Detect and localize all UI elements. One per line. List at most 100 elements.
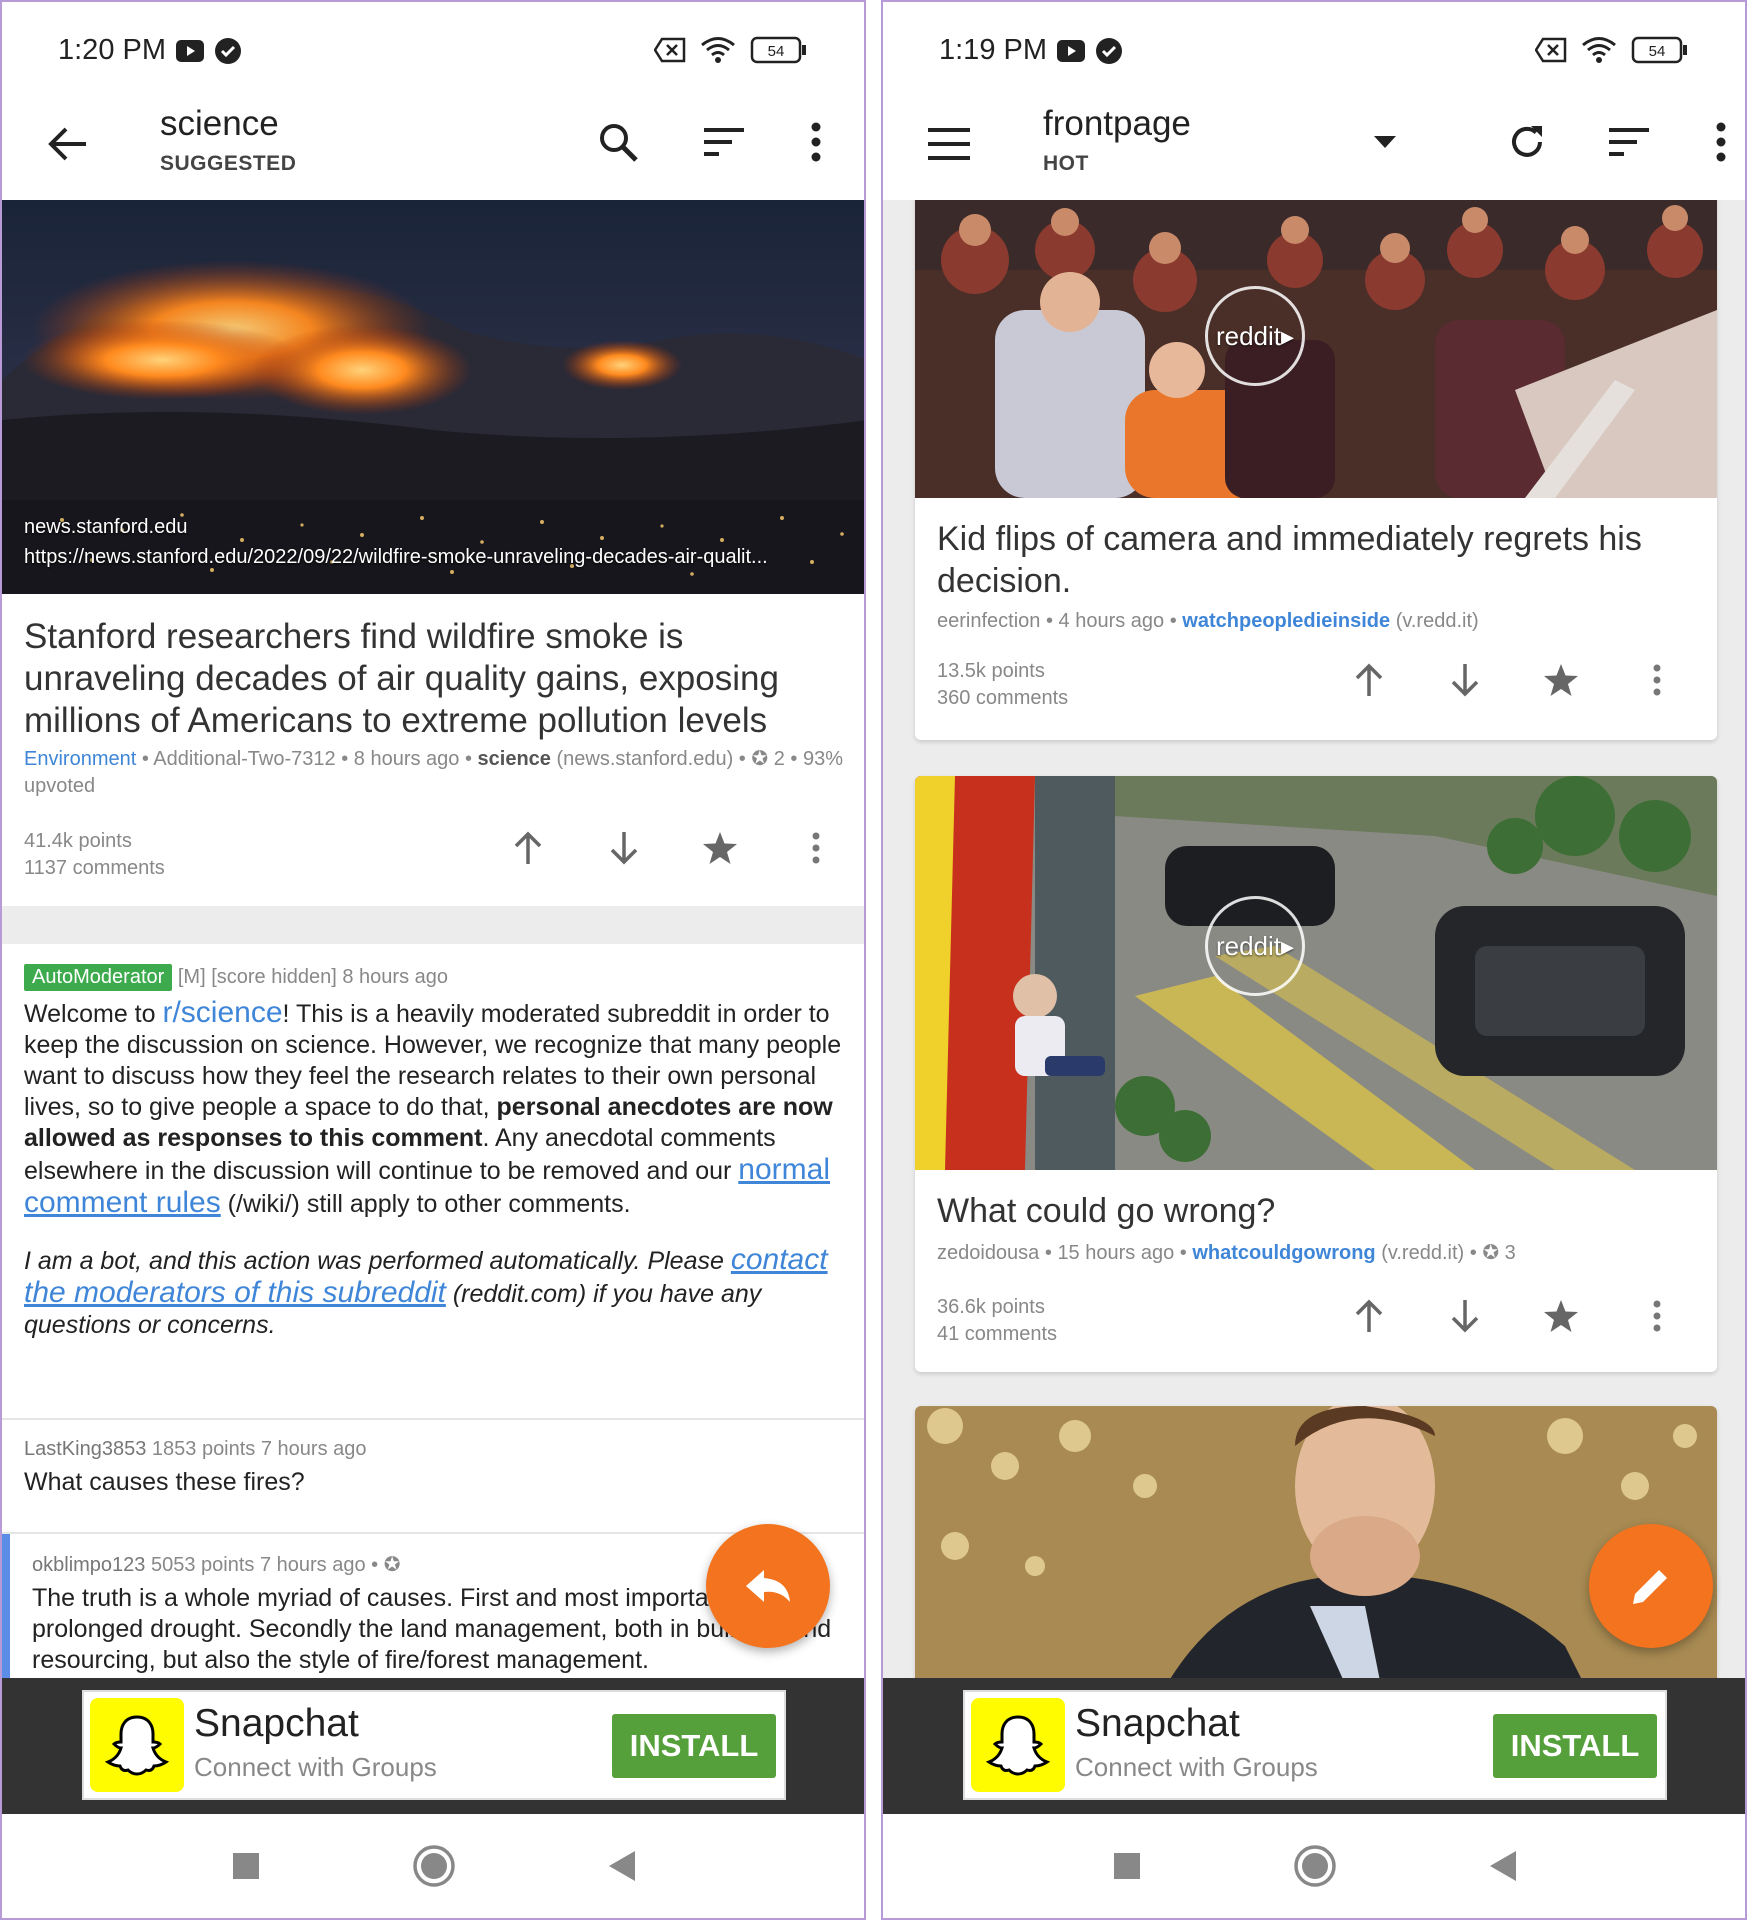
comment-author[interactable]: okblimpo123 [32,1554,145,1576]
snapchat-logo [971,1698,1065,1792]
post-card[interactable]: Stanford researchers find wildfire smoke… [2,594,864,906]
post-author[interactable]: Additional-Two-7312 [153,748,335,770]
back-button[interactable] [42,118,94,170]
comment[interactable]: LastKing3853 1853 points 7 hours ago Wha… [24,1438,854,1498]
more-vert-icon [811,122,821,162]
ad-install-button[interactable]: INSTALL [612,1714,776,1778]
ad-banner: Snapchat Connect with Groups INSTALL [883,1678,1745,1814]
ad-install-button[interactable]: INSTALL [1493,1714,1657,1778]
status-bar: 1:19 PM 54 [883,2,1745,100]
post-author[interactable]: eerinfection [937,610,1040,632]
comment-meta: [M] [score hidden] 8 hours ago [177,966,449,988]
post-url[interactable]: https://news.stanford.edu/2022/09/22/wil… [24,542,848,572]
save-button[interactable] [696,824,744,872]
battery-icon: 54 [1631,36,1687,64]
refresh-icon [1512,126,1542,157]
triangle-back-icon [609,1851,635,1881]
post-card[interactable] [915,1406,1717,1678]
ad-card[interactable]: Snapchat Connect with Groups INSTALL [82,1690,786,1800]
post-subreddit[interactable]: watchpeopledieinside [1182,610,1390,632]
post-comment-count: 360 comments [937,687,1069,709]
sort-button[interactable] [696,114,752,170]
chess-player-image [915,1406,1717,1678]
automod-comment[interactable]: AutoModerator [M] [score hidden] 8 hours… [24,964,854,1341]
arrow-down-icon [1451,1300,1479,1333]
compose-fab[interactable] [1589,1524,1713,1648]
feed-dropdown[interactable] [1357,114,1413,170]
ad-title: Snapchat [194,1702,359,1745]
home-button[interactable] [410,1842,458,1890]
post-more-button[interactable] [792,824,840,872]
post-thumbnail[interactable]: reddit▸ [915,200,1717,498]
status-time: 1:19 PM [939,34,1047,66]
subreddit-link[interactable]: r/science [162,996,282,1029]
battery-icon: 54 [750,36,806,64]
post-subreddit[interactable]: science [478,748,551,770]
sim-off-icon [654,37,686,63]
comment-meta: 1853 points 7 hours ago [151,1438,367,1460]
back-nav-button[interactable] [598,1842,646,1890]
award-icon: ✪ [751,748,769,770]
save-button[interactable] [1537,1292,1585,1340]
refresh-button[interactable] [1499,114,1555,170]
app-bar: science SUGGESTED [2,100,864,200]
wifi-icon [701,37,735,63]
verified-icon [215,37,241,64]
feed-list: reddit▸ Kid flips of camera and immediat… [883,200,1745,1678]
right-screen: 1:19 PM 54 frontpage HOT reddit▸ Kid fli… [881,0,1747,1920]
downvote-button[interactable] [1441,1292,1489,1340]
post-source: (v.redd.it) [1395,610,1479,632]
award-icon: ✪ [1482,1242,1500,1264]
downvote-button[interactable] [600,824,648,872]
upvote-button[interactable] [1345,1292,1393,1340]
search-button[interactable] [590,114,646,170]
post-card[interactable]: reddit▸ What could go wrong? zedoidousa … [915,776,1717,1372]
video-play-badge[interactable]: reddit▸ [1205,896,1305,996]
ad-card[interactable]: Snapchat Connect with Groups INSTALL [963,1690,1667,1800]
post-more-button[interactable] [1633,656,1681,704]
reply-fab[interactable] [706,1524,830,1648]
star-icon [703,832,737,864]
post-author[interactable]: zedoidousa [937,1242,1039,1264]
arrow-down-icon [1451,664,1479,697]
save-button[interactable] [1537,656,1585,704]
post-thumbnail[interactable] [915,1406,1717,1678]
recents-button[interactable] [1103,1842,1151,1890]
more-vert-icon [1716,122,1726,162]
content-area: news.stanford.edu https://news.stanford.… [2,200,864,1678]
downvote-button[interactable] [1441,656,1489,704]
post-thumbnail[interactable]: reddit▸ [915,776,1717,1170]
recents-button[interactable] [222,1842,270,1890]
overflow-menu-button[interactable] [1693,114,1745,170]
upvote-button[interactable] [1345,656,1393,704]
drawer-button[interactable] [923,118,975,170]
video-play-badge[interactable]: reddit▸ [1205,286,1305,386]
post-more-button[interactable] [1633,1292,1681,1340]
post-comment-count: 41 comments [937,1323,1058,1345]
post-card[interactable]: reddit▸ Kid flips of camera and immediat… [915,200,1717,740]
home-button[interactable] [1291,1842,1339,1890]
post-comment-count: 1137 comments [24,857,165,879]
post-subreddit[interactable]: whatcouldgowrong [1192,1242,1375,1264]
comment-author-tag[interactable]: AutoModerator [24,964,173,991]
more-vert-icon [812,832,820,864]
wifi-icon [1582,37,1616,63]
post-thumbnail[interactable]: news.stanford.edu https://news.stanford.… [2,200,864,594]
arrow-back-icon [48,127,86,161]
feed-title[interactable]: frontpage [1043,104,1191,144]
award-count: 3 [1504,1242,1516,1264]
arrow-up-icon [1355,663,1383,696]
sort-button[interactable] [1601,114,1657,170]
overflow-menu-button[interactable] [788,114,844,170]
dropdown-arrow-icon [1374,136,1396,148]
upvote-button[interactable] [504,824,552,872]
back-nav-button[interactable] [1479,1842,1527,1890]
square-icon [1114,1853,1140,1879]
post-meta: Environment • Additional-Two-7312 • 8 ho… [24,748,843,797]
sort-icon [1609,128,1649,156]
comment-author[interactable]: LastKing3853 [24,1438,146,1460]
square-icon [233,1853,259,1879]
comment-divider [2,1418,864,1420]
post-points: 41.4k points [24,830,132,852]
post-flair[interactable]: Environment [24,748,136,770]
